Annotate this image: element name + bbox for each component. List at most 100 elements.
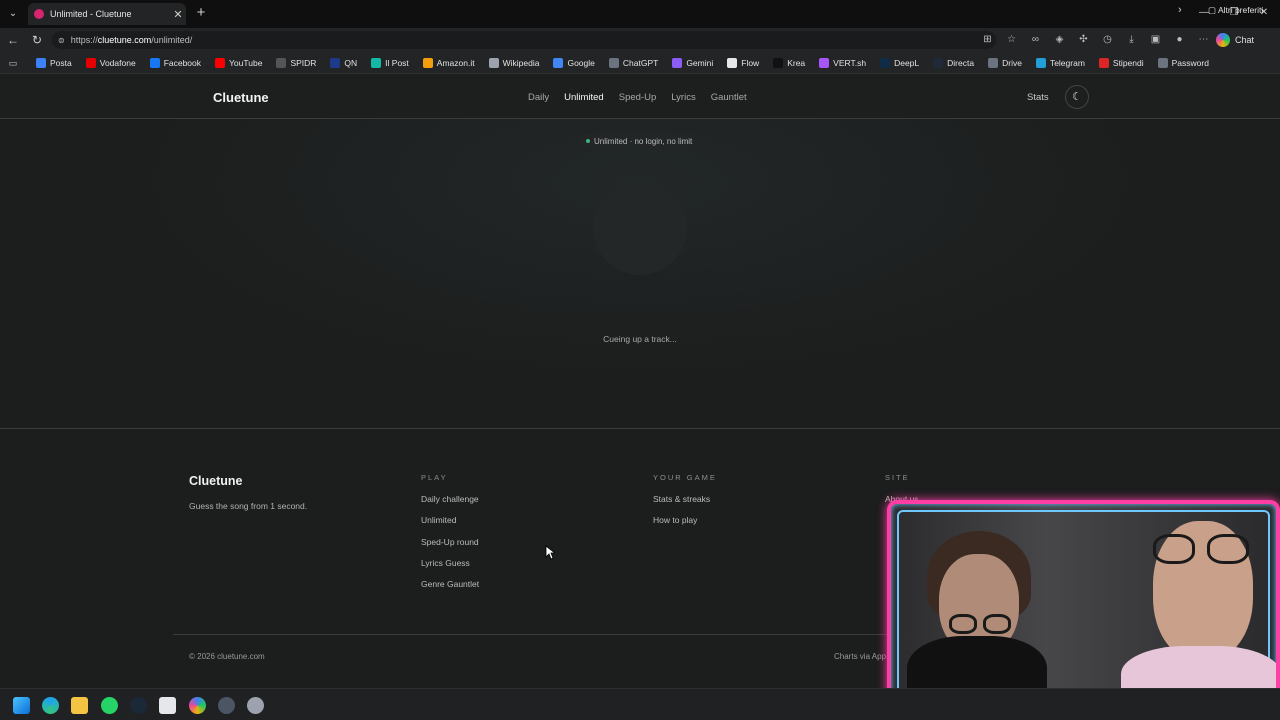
footer-link-lyrics-guess[interactable]: Lyrics Guess xyxy=(421,556,479,577)
bookmark-label: Flow xyxy=(741,57,760,68)
bookmark-directa[interactable]: Directa xyxy=(933,57,975,68)
bookmark-chatgpt[interactable]: ChatGPT xyxy=(608,57,659,68)
bookmark-il-post[interactable]: Il Post xyxy=(371,57,409,68)
bookmark-posta[interactable]: Posta xyxy=(36,57,72,68)
windows-taskbar xyxy=(0,688,1280,720)
browser-tab-active[interactable]: Unlimited - Cluetune ✕ xyxy=(28,3,186,25)
footer-link-stats-streaks[interactable]: Stats & streaks xyxy=(653,492,717,513)
bookmark-google[interactable]: Google xyxy=(553,57,595,68)
gemini-icon xyxy=(672,57,683,68)
obs-icon[interactable] xyxy=(218,697,235,714)
footer-brand: Cluetune xyxy=(189,474,243,488)
site-logo[interactable]: Cluetune xyxy=(213,90,269,105)
close-tab-icon[interactable]: ✕ xyxy=(170,8,186,21)
webcam-glasses-left-icon xyxy=(949,614,977,634)
spidr-icon xyxy=(276,57,287,68)
main-nav: Daily Unlimited Sped-Up Lyrics Gauntlet xyxy=(528,92,747,103)
drive-icon xyxy=(988,57,999,68)
bookmark-flow[interactable]: Flow xyxy=(727,57,760,68)
bookmark-label: ChatGPT xyxy=(622,57,659,68)
bookmark-stipendi[interactable]: Stipendi xyxy=(1098,57,1144,68)
bookmark-vert-sh[interactable]: VERT.sh xyxy=(819,57,867,68)
bookmark-label: Vodafone xyxy=(99,57,136,68)
bookmark-deepl[interactable]: DeepL xyxy=(880,57,919,68)
cluetune-favicon-icon xyxy=(34,9,44,19)
history-icon[interactable]: ◷ xyxy=(1100,32,1115,47)
settings-gear-icon[interactable] xyxy=(247,697,264,714)
nav-link-gauntlet[interactable]: Gauntlet xyxy=(711,92,747,103)
store-icon[interactable] xyxy=(159,697,176,714)
bookmark-youtube[interactable]: YouTube xyxy=(215,57,262,68)
theme-toggle-moon-icon[interactable]: ☾ xyxy=(1065,85,1089,109)
windows-start-icon[interactable] xyxy=(13,697,30,714)
bookmarks-overflow-chevron-icon[interactable]: › xyxy=(1178,4,1182,16)
favorite-star-icon[interactable]: ☆ xyxy=(1004,32,1019,47)
nav-link-lyrics[interactable]: Lyrics xyxy=(671,92,695,103)
status-badge: Unlimited · no login, no limit xyxy=(580,134,699,148)
bookmark-label: Il Post xyxy=(385,57,409,68)
bookmark-spidr[interactable]: SPIDR xyxy=(276,57,317,68)
site-info-icon[interactable]: ⊜ xyxy=(58,36,65,45)
nav-link-sped-up[interactable]: Sped-Up xyxy=(619,92,657,103)
ilpost-icon xyxy=(371,57,382,68)
bookmark-label: Krea xyxy=(787,57,806,68)
footer-link-how-to-play[interactable]: How to play xyxy=(653,513,717,534)
bookmark-wikipedia[interactable]: Wikipedia xyxy=(488,57,539,68)
downloads-icon[interactable]: ⤓ xyxy=(1124,32,1139,47)
site-header: Cluetune Daily Unlimited Sped-Up Lyrics Gaun… xyxy=(0,74,1280,119)
qn-icon xyxy=(330,57,341,68)
new-tab-plus-icon[interactable]: + xyxy=(192,4,210,22)
facebook-icon xyxy=(149,57,160,68)
app-available-icon[interactable]: ⊞ xyxy=(980,32,995,47)
wikipedia-icon xyxy=(488,57,499,68)
bookmark-krea[interactable]: Krea xyxy=(773,57,806,68)
extension-shield-icon[interactable]: ◈ xyxy=(1052,32,1067,47)
copilot-taskbar-icon[interactable] xyxy=(189,697,206,714)
reading-list-icon[interactable]: ▭ xyxy=(8,58,22,68)
more-menu-icon[interactable]: ⋯ xyxy=(1196,32,1211,47)
tab-list-chevron-icon[interactable]: ⌄ xyxy=(4,5,22,23)
reload-icon[interactable]: ↻ xyxy=(28,31,46,49)
bookmark-label: SPIDR xyxy=(290,57,317,68)
browser-tab-bar: ⌄ Unlimited - Cluetune ✕ + — ❐ ✕ xyxy=(0,0,1280,28)
extensions-puzzle-icon[interactable]: ✣ xyxy=(1076,32,1091,47)
whatsapp-icon[interactable] xyxy=(101,697,118,714)
footer-link-daily-challenge[interactable]: Daily challenge xyxy=(421,492,479,513)
deepl-icon xyxy=(880,57,891,68)
edge-browser-icon[interactable] xyxy=(42,697,59,714)
youtube-icon xyxy=(215,57,226,68)
nav-link-daily[interactable]: Daily xyxy=(528,92,549,103)
nav-link-unlimited[interactable]: Unlimited xyxy=(564,92,604,103)
footer-link-unlimited[interactable]: Unlimited xyxy=(421,513,479,534)
file-explorer-icon[interactable] xyxy=(71,697,88,714)
bookmark-gemini[interactable]: Gemini xyxy=(672,57,713,68)
footer-site-heading: SITE xyxy=(885,473,910,482)
bookmark-password[interactable]: Password xyxy=(1157,57,1209,68)
copilot-chat-button[interactable]: Chat xyxy=(1216,32,1254,48)
other-bookmarks-label: Altri preferiti xyxy=(1217,5,1264,15)
loading-text: Cueing up a track... xyxy=(603,334,677,344)
bookmark-label: Google xyxy=(567,57,595,68)
footer-charts-credit[interactable]: Charts via App xyxy=(834,652,886,661)
steam-icon[interactable] xyxy=(130,697,147,714)
bookmark-telegram[interactable]: Telegram xyxy=(1035,57,1085,68)
extension-glasses-icon[interactable]: ∞ xyxy=(1028,32,1043,47)
game-area: Unlimited · no login, no limit Cueing up… xyxy=(0,119,1280,429)
bookmark-qn[interactable]: QN xyxy=(330,57,357,68)
footer-link-genre-gauntlet[interactable]: Genre Gauntlet xyxy=(421,577,479,598)
bookmark-amazon-it[interactable]: Amazon.it xyxy=(422,57,475,68)
footer-link-sped-up-round[interactable]: Sped-Up round xyxy=(421,535,479,556)
profile-avatar-icon[interactable]: ● xyxy=(1172,32,1187,47)
stats-link[interactable]: Stats xyxy=(1027,92,1049,103)
chat-label: Chat xyxy=(1235,35,1255,45)
bookmark-label: VERT.sh xyxy=(833,57,867,68)
other-bookmarks-folder[interactable]: ▢ Altri preferiti xyxy=(1208,5,1263,16)
bookmark-facebook[interactable]: Facebook xyxy=(149,57,201,68)
bookmark-label: Directa xyxy=(947,57,975,68)
url-input[interactable]: ⊜ https://cluetune.com/unlimited/ xyxy=(52,31,996,49)
screenshot-icon[interactable]: ▣ xyxy=(1148,32,1163,47)
google-icon xyxy=(553,57,564,68)
bookmark-drive[interactable]: Drive xyxy=(988,57,1022,68)
bookmark-vodafone[interactable]: Vodafone xyxy=(85,57,136,68)
back-arrow-icon[interactable]: ← xyxy=(4,31,22,49)
